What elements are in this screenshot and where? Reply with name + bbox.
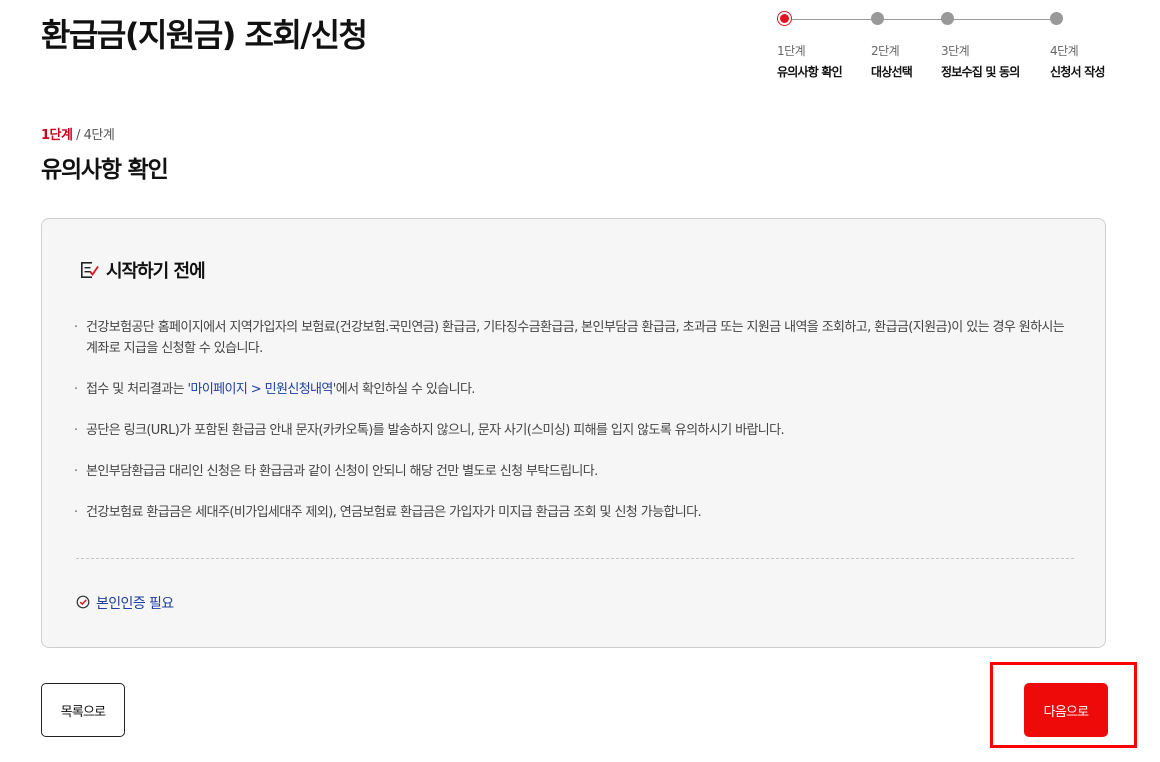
- mypage-link[interactable]: 마이페이지 > 민원신청내역: [190, 382, 333, 397]
- section-title: 유의사항 확인: [41, 157, 169, 183]
- notice-box: 시작하기 전에 건강보험공단 홈페이지에서 지역가입자의 보험료(건강보험.국민…: [41, 218, 1106, 648]
- total-steps: / 4단계: [72, 128, 115, 143]
- notice-text: '에서 확인하실 수 있습니다.: [332, 382, 476, 397]
- step-number: 2단계: [871, 44, 900, 58]
- next-button[interactable]: 다음으로: [1024, 683, 1108, 737]
- notice-text: 접수 및 처리결과는 ': [86, 382, 191, 397]
- step-name: 신청서 작성: [1050, 65, 1105, 79]
- certification-label: 본인인증 필요: [96, 596, 174, 612]
- step-name: 유의사항 확인: [777, 65, 843, 79]
- step-name: 대상선택: [871, 65, 913, 79]
- step-indicator: 1단계 / 4단계: [41, 124, 115, 143]
- step-active-dot: [777, 11, 792, 26]
- step-number: 1단계: [777, 44, 806, 58]
- notice-item: 건강보험공단 홈페이지에서 지역가입자의 보험료(건강보험.국민연금) 환급금,…: [74, 317, 1074, 359]
- notice-item: 공단은 링크(URL)가 포함된 환급금 안내 문자(카카오톡)를 발송하지 않…: [74, 420, 1074, 441]
- notice-item: 건강보험료 환급금은 세대주(비가입세대주 제외), 연금보험료 환급금은 가입…: [74, 502, 1074, 523]
- step-dot: [1050, 12, 1063, 25]
- notice-list: 건강보험공단 홈페이지에서 지역가입자의 보험료(건강보험.국민연금) 환급금,…: [74, 317, 1074, 543]
- check-circle-icon: [76, 594, 90, 613]
- progress-stepper: 1단계 유의사항 확인 2단계 대상선택 3단계 정보수집 및 동의 4단계 신…: [760, 10, 1120, 90]
- step-number: 4단계: [1050, 44, 1079, 58]
- stepper-line: [784, 19, 1057, 20]
- notice-box-header: 시작하기 전에: [78, 257, 206, 283]
- divider: [76, 558, 1074, 559]
- step-name: 정보수집 및 동의: [941, 65, 1020, 79]
- page-title: 환급금(지원금) 조회/신청: [41, 16, 368, 54]
- step-dot: [941, 12, 954, 25]
- notice-item: 접수 및 처리결과는 '마이페이지 > 민원신청내역'에서 확인하실 수 있습니…: [74, 379, 1074, 400]
- certification-required: 본인인증 필요: [76, 593, 174, 613]
- step-number: 3단계: [941, 44, 970, 58]
- step-dot: [871, 12, 884, 25]
- notice-box-title: 시작하기 전에: [106, 261, 206, 282]
- back-to-list-button[interactable]: 목록으로: [41, 683, 125, 737]
- current-step: 1단계: [41, 128, 73, 143]
- notice-item: 본인부담환급금 대리인 신청은 타 환급금과 같이 신청이 안되니 해당 건만 …: [74, 461, 1074, 482]
- checklist-icon: [78, 259, 100, 281]
